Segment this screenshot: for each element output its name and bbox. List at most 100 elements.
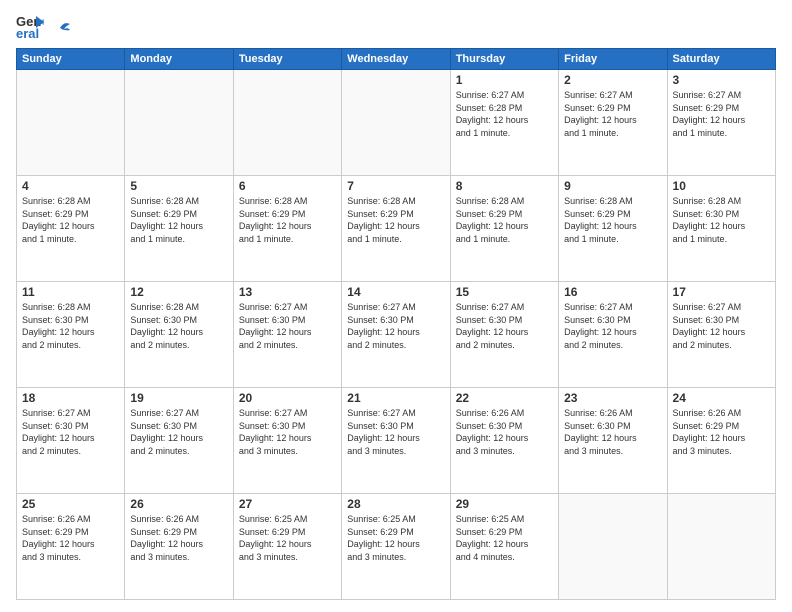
day-number: 6: [239, 179, 336, 193]
calendar-cell: 27 Sunrise: 6:25 AM Sunset: 6:29 PM Dayli…: [233, 494, 341, 600]
calendar-cell: 12 Sunrise: 6:28 AM Sunset: 6:30 PM Dayli…: [125, 282, 233, 388]
day-info: Sunrise: 6:28 AM Sunset: 6:30 PM Dayligh…: [673, 195, 770, 245]
calendar-cell: 19 Sunrise: 6:27 AM Sunset: 6:30 PM Dayli…: [125, 388, 233, 494]
calendar-header-sunday: Sunday: [17, 49, 125, 70]
day-info: Sunrise: 6:27 AM Sunset: 6:30 PM Dayligh…: [456, 301, 553, 351]
day-number: 13: [239, 285, 336, 299]
calendar-cell: 6 Sunrise: 6:28 AM Sunset: 6:29 PM Daylig…: [233, 176, 341, 282]
day-info: Sunrise: 6:27 AM Sunset: 6:29 PM Dayligh…: [673, 89, 770, 139]
calendar-header-friday: Friday: [559, 49, 667, 70]
day-number: 16: [564, 285, 661, 299]
day-number: 12: [130, 285, 227, 299]
calendar-header-row: SundayMondayTuesdayWednesdayThursdayFrid…: [17, 49, 776, 70]
day-number: 17: [673, 285, 770, 299]
calendar-cell: 29Sunrise: 6:25 AM Sunset: 6:29 PM Dayli…: [450, 494, 558, 600]
day-info: Sunrise: 6:27 AM Sunset: 6:30 PM Dayligh…: [673, 301, 770, 351]
logo-bird: [50, 21, 70, 35]
day-number: 8: [456, 179, 553, 193]
day-info: Sunrise: 6:27 AM Sunset: 6:30 PM Dayligh…: [130, 407, 227, 457]
week-row-1: 1 Sunrise: 6:27 AM Sunset: 6:28 PM Daylig…: [17, 70, 776, 176]
calendar-cell: 17 Sunrise: 6:27 AM Sunset: 6:30 PM Dayli…: [667, 282, 775, 388]
day-number: 11: [22, 285, 119, 299]
day-info: Sunrise: 6:25 AM Sunset: 6:29 PM Dayligh…: [347, 513, 444, 563]
week-row-2: 4Sunrise: 6:28 AM Sunset: 6:29 PM Daylig…: [17, 176, 776, 282]
day-info: Sunrise: 6:25 AM Sunset: 6:29 PM Dayligh…: [239, 513, 336, 563]
logo-icon: Gen eral: [16, 12, 44, 40]
day-number: 24: [673, 391, 770, 405]
day-info: Sunrise: 6:27 AM Sunset: 6:30 PM Dayligh…: [239, 301, 336, 351]
day-number: 28: [347, 497, 444, 511]
day-info: Sunrise: 6:28 AM Sunset: 6:29 PM Dayligh…: [239, 195, 336, 245]
calendar-cell: 23 Sunrise: 6:26 AM Sunset: 6:30 PM Dayli…: [559, 388, 667, 494]
day-info: Sunrise: 6:27 AM Sunset: 6:28 PM Dayligh…: [456, 89, 553, 139]
day-info: Sunrise: 6:28 AM Sunset: 6:30 PM Dayligh…: [130, 301, 227, 351]
calendar-cell: 8 Sunrise: 6:28 AM Sunset: 6:29 PM Daylig…: [450, 176, 558, 282]
day-number: 14: [347, 285, 444, 299]
day-info: Sunrise: 6:28 AM Sunset: 6:29 PM Dayligh…: [456, 195, 553, 245]
calendar-cell: 13 Sunrise: 6:27 AM Sunset: 6:30 PM Dayli…: [233, 282, 341, 388]
day-info: Sunrise: 6:26 AM Sunset: 6:29 PM Dayligh…: [130, 513, 227, 563]
day-number: 22: [456, 391, 553, 405]
day-number: 18: [22, 391, 119, 405]
calendar-cell: 16 Sunrise: 6:27 AM Sunset: 6:30 PM Dayli…: [559, 282, 667, 388]
day-info: Sunrise: 6:27 AM Sunset: 6:30 PM Dayligh…: [347, 407, 444, 457]
day-info: Sunrise: 6:26 AM Sunset: 6:29 PM Dayligh…: [673, 407, 770, 457]
calendar-cell: 26 Sunrise: 6:26 AM Sunset: 6:29 PM Dayli…: [125, 494, 233, 600]
calendar-header-wednesday: Wednesday: [342, 49, 450, 70]
calendar-header-tuesday: Tuesday: [233, 49, 341, 70]
calendar-cell: 14 Sunrise: 6:27 AM Sunset: 6:30 PM Dayli…: [342, 282, 450, 388]
calendar-header-saturday: Saturday: [667, 49, 775, 70]
day-info: Sunrise: 6:28 AM Sunset: 6:29 PM Dayligh…: [564, 195, 661, 245]
day-info: Sunrise: 6:27 AM Sunset: 6:30 PM Dayligh…: [239, 407, 336, 457]
week-row-5: 25 Sunrise: 6:26 AM Sunset: 6:29 PM Dayli…: [17, 494, 776, 600]
calendar-cell: 25 Sunrise: 6:26 AM Sunset: 6:29 PM Dayli…: [17, 494, 125, 600]
day-number: 25: [22, 497, 119, 511]
day-number: 21: [347, 391, 444, 405]
day-number: 5: [130, 179, 227, 193]
calendar-cell: [559, 494, 667, 600]
calendar-cell: 11 Sunrise: 6:28 AM Sunset: 6:30 PM Dayli…: [17, 282, 125, 388]
day-info: Sunrise: 6:26 AM Sunset: 6:30 PM Dayligh…: [564, 407, 661, 457]
day-info: Sunrise: 6:28 AM Sunset: 6:30 PM Dayligh…: [22, 301, 119, 351]
day-number: 29: [456, 497, 553, 511]
logo: Gen eral: [16, 12, 70, 40]
calendar-table: SundayMondayTuesdayWednesdayThursdayFrid…: [16, 48, 776, 600]
day-number: 27: [239, 497, 336, 511]
calendar-cell: 28 Sunrise: 6:25 AM Sunset: 6:29 PM Dayli…: [342, 494, 450, 600]
page: Gen eral SundayMondayTuesd: [0, 0, 792, 612]
header: Gen eral: [16, 12, 776, 40]
day-info: Sunrise: 6:26 AM Sunset: 6:30 PM Dayligh…: [456, 407, 553, 457]
calendar-cell: [342, 70, 450, 176]
calendar-cell: 18Sunrise: 6:27 AM Sunset: 6:30 PM Dayli…: [17, 388, 125, 494]
day-number: 15: [456, 285, 553, 299]
day-number: 20: [239, 391, 336, 405]
calendar-header-thursday: Thursday: [450, 49, 558, 70]
svg-text:eral: eral: [16, 26, 39, 40]
day-info: Sunrise: 6:28 AM Sunset: 6:29 PM Dayligh…: [347, 195, 444, 245]
day-info: Sunrise: 6:27 AM Sunset: 6:30 PM Dayligh…: [347, 301, 444, 351]
day-number: 10: [673, 179, 770, 193]
calendar-cell: [667, 494, 775, 600]
day-info: Sunrise: 6:26 AM Sunset: 6:29 PM Dayligh…: [22, 513, 119, 563]
calendar-cell: 22 Sunrise: 6:26 AM Sunset: 6:30 PM Dayli…: [450, 388, 558, 494]
day-number: 23: [564, 391, 661, 405]
calendar-cell: [125, 70, 233, 176]
day-number: 3: [673, 73, 770, 87]
calendar-cell: [17, 70, 125, 176]
day-number: 9: [564, 179, 661, 193]
day-number: 7: [347, 179, 444, 193]
calendar-cell: 1 Sunrise: 6:27 AM Sunset: 6:28 PM Daylig…: [450, 70, 558, 176]
day-number: 26: [130, 497, 227, 511]
calendar-cell: 15 Sunrise: 6:27 AM Sunset: 6:30 PM Dayli…: [450, 282, 558, 388]
calendar-cell: 21 Sunrise: 6:27 AM Sunset: 6:30 PM Dayli…: [342, 388, 450, 494]
calendar-cell: 24 Sunrise: 6:26 AM Sunset: 6:29 PM Dayli…: [667, 388, 775, 494]
week-row-3: 11 Sunrise: 6:28 AM Sunset: 6:30 PM Dayli…: [17, 282, 776, 388]
day-info: Sunrise: 6:27 AM Sunset: 6:30 PM Dayligh…: [564, 301, 661, 351]
week-row-4: 18 Sunrise: 6:27 AM Sunset: 6:30 PM Dayli…: [17, 388, 776, 494]
calendar-cell: 9 Sunrise: 6:28 AM Sunset: 6:29 PM Daylig…: [559, 176, 667, 282]
day-info: Sunrise: 6:27 AM Sunset: 6:29 PM Dayligh…: [564, 89, 661, 139]
calendar-cell: 20 Sunrise: 6:27 AM Sunset: 6:30 PM Dayli…: [233, 388, 341, 494]
calendar-cell: [233, 70, 341, 176]
day-number: 1: [456, 73, 553, 87]
day-number: 19: [130, 391, 227, 405]
